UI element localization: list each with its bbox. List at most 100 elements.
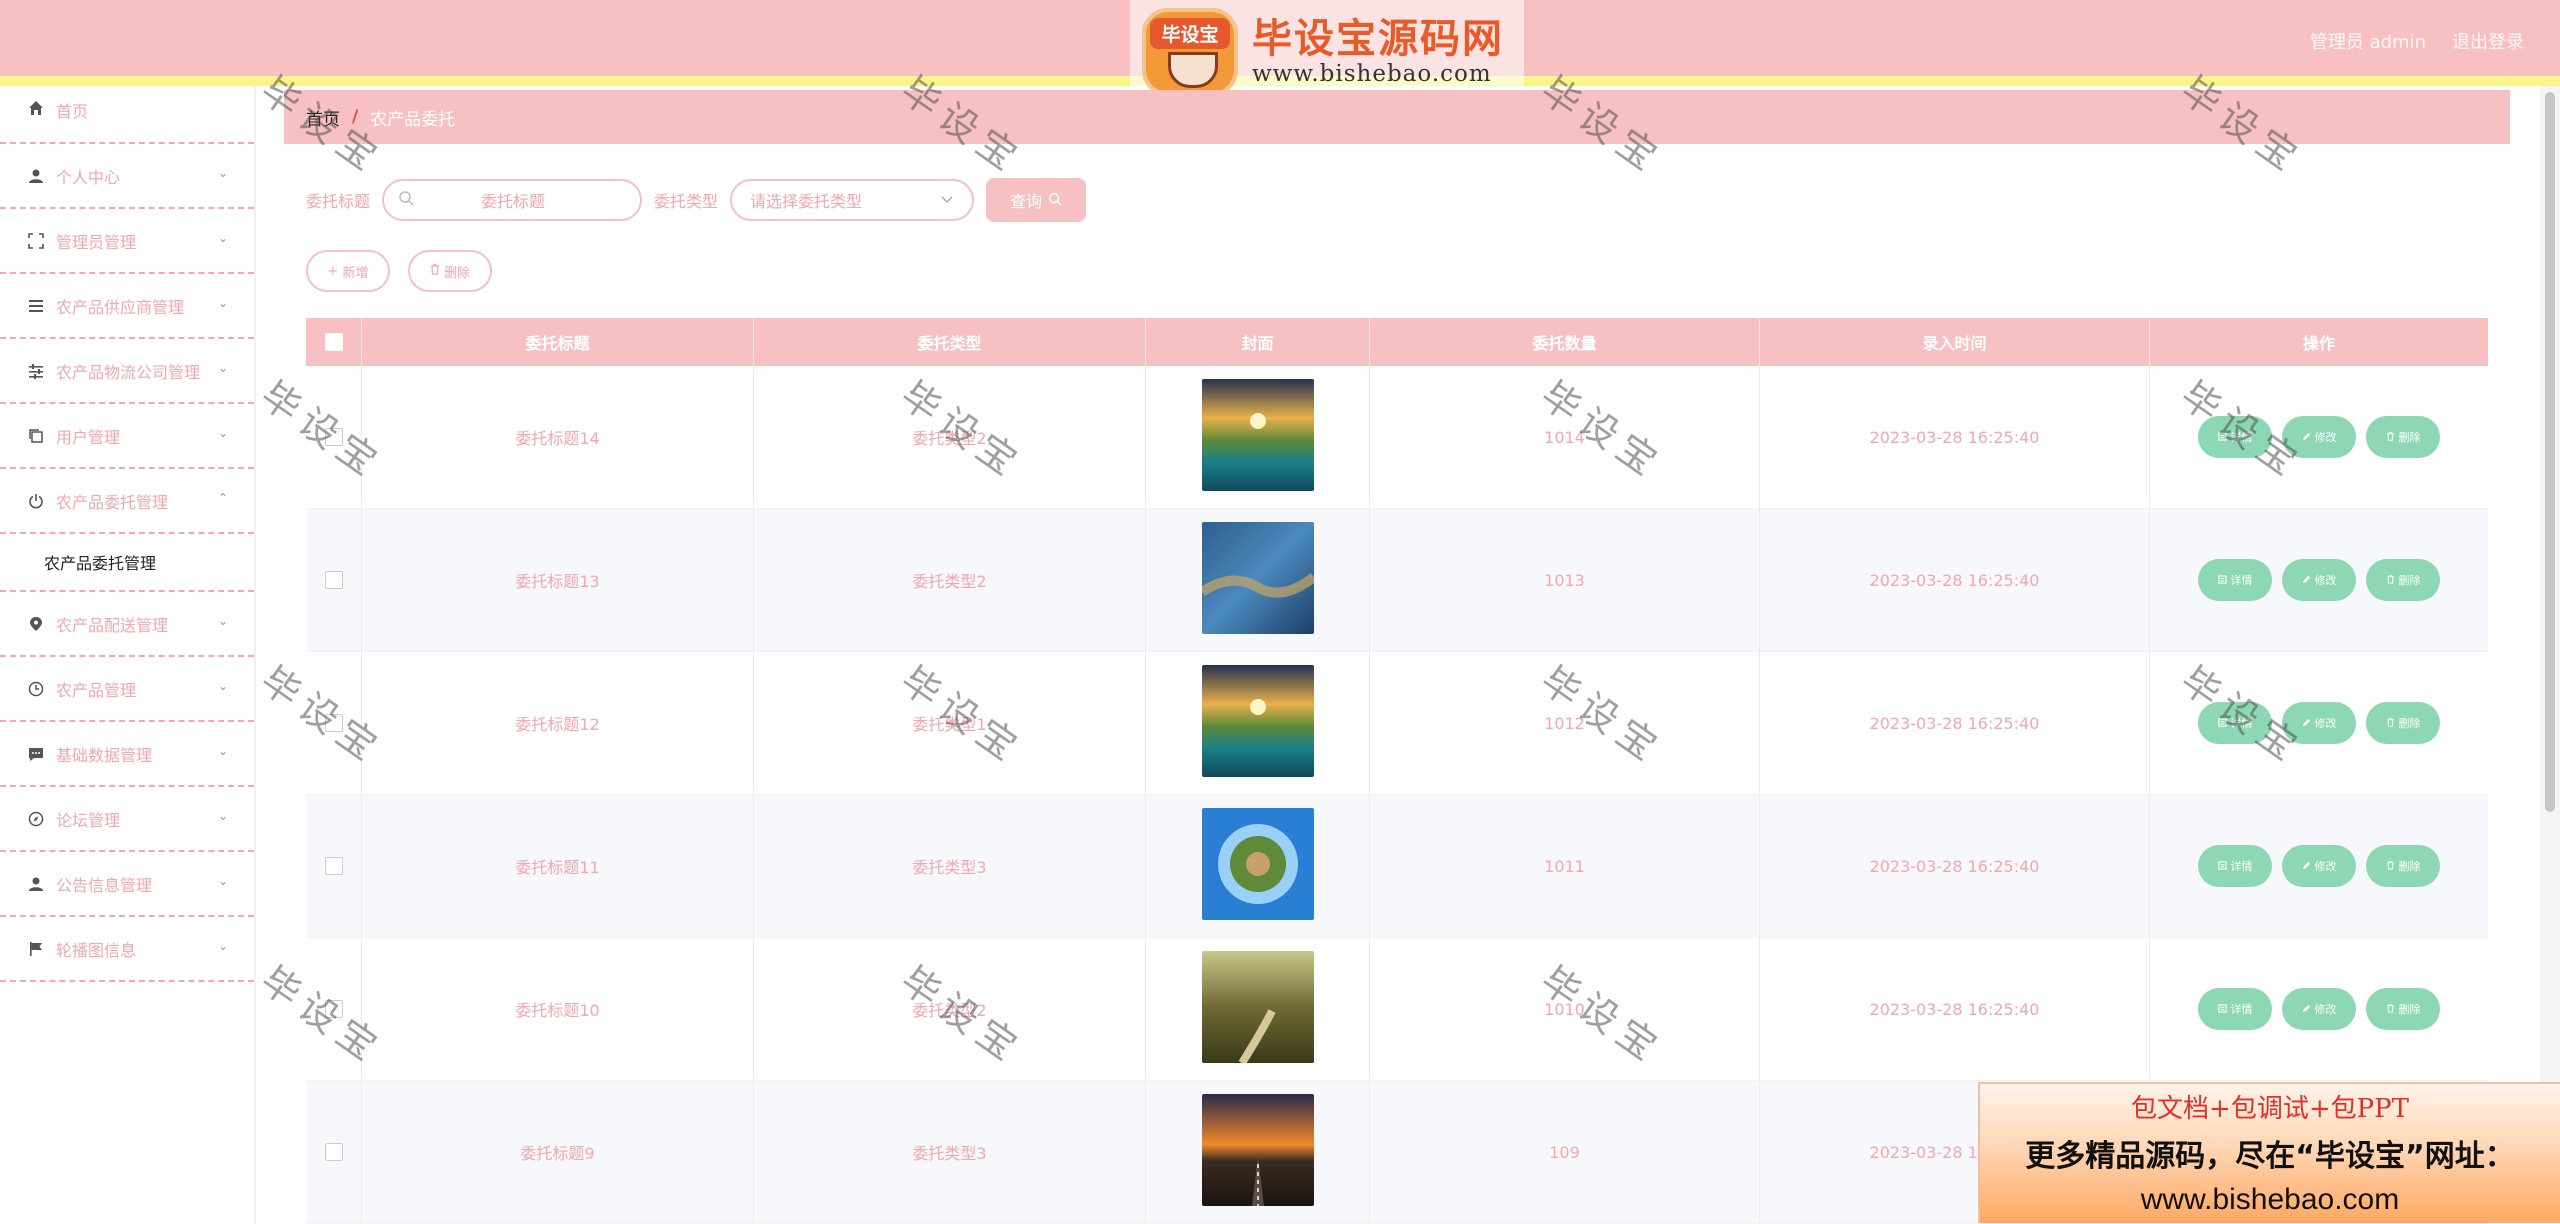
chevron-down-icon: ⌄ <box>217 231 228 245</box>
home-icon <box>26 98 46 118</box>
row-checkbox-cell[interactable] <box>306 366 362 508</box>
user-info: 管理员 admin 退出登录 <box>2310 28 2524 54</box>
row-checkbox-cell[interactable] <box>306 509 362 651</box>
sidebar-item-label: 轮播图信息 <box>56 940 137 960</box>
cover-image[interactable] <box>1198 522 1317 638</box>
detail-button[interactable]: 详情 <box>2198 702 2272 744</box>
detail-button[interactable]: 详情 <box>2198 988 2272 1030</box>
breadcrumb-home[interactable]: 首页 <box>306 105 340 130</box>
row-checkbox[interactable] <box>324 857 343 875</box>
sidebar-item-basedata[interactable]: 基础数据管理 ⌄ <box>0 722 254 787</box>
logo-text: 毕设宝源码网 www.bishebao.com <box>1252 17 1504 87</box>
select-all-cell[interactable] <box>306 318 362 366</box>
header-cover: 封面 <box>1146 318 1370 366</box>
sidebar-item-admin[interactable]: 管理员管理 ⌄ <box>0 209 254 274</box>
logo-url: www.bishebao.com <box>1252 61 1492 87</box>
detail-button[interactable]: 详情 <box>2198 845 2272 887</box>
type-select[interactable]: 请选择委托类型 <box>730 179 975 221</box>
cell-time: 2023-03-28 16:25:40 <box>1760 795 2150 937</box>
sidebar-item-home[interactable]: 首页 <box>0 86 254 144</box>
sidebar-item-carousel[interactable]: 轮播图信息 ⌄ <box>0 917 254 982</box>
delete-button[interactable]: 删除 <box>2366 416 2440 458</box>
sidebar-item-product[interactable]: 农产品管理 ⌄ <box>0 657 254 722</box>
search-icon <box>1048 191 1062 210</box>
detail-button[interactable]: 详情 <box>2198 416 2272 458</box>
query-button[interactable]: 查询 <box>986 178 1087 222</box>
user-icon <box>26 874 46 894</box>
cell-type: 委托类型2 <box>754 509 1146 651</box>
clock-icon <box>26 679 46 699</box>
cover-image[interactable] <box>1201 1094 1314 1210</box>
delete-button[interactable]: 删除 <box>2366 702 2440 744</box>
page-scrollbar[interactable] <box>2540 86 2560 1223</box>
cell-count: 1010 <box>1370 938 1760 1080</box>
cell-time: 2023-03-28 16:25:40 <box>1760 938 2150 1080</box>
sidebar-item-supplier[interactable]: 农产品供应商管理 ⌄ <box>0 274 254 339</box>
cell-title: 委托标题12 <box>362 652 754 794</box>
delete-button-label: 删除 <box>444 265 471 281</box>
sidebar-item-label: 个人中心 <box>56 167 121 187</box>
sidebar-item-users[interactable]: 用户管理 ⌄ <box>0 404 254 469</box>
sidebar-item-label: 农产品物流公司管理 <box>56 362 201 382</box>
sidebar-item-forum[interactable]: 论坛管理 ⌄ <box>0 787 254 852</box>
cell-ops: 详情 修改 删除 <box>2150 938 2488 1080</box>
detail-button-label: 详情 <box>2230 717 2253 730</box>
cover-image[interactable] <box>1201 379 1314 495</box>
edit-button[interactable]: 修改 <box>2282 416 2356 458</box>
pencil-icon <box>2302 860 2311 873</box>
row-checkbox[interactable] <box>324 571 343 589</box>
delete-button[interactable]: 删除 <box>2366 988 2440 1030</box>
delete-button[interactable]: 删除 <box>408 250 492 292</box>
sidebar-item-delivery[interactable]: 农产品配送管理 ⌄ <box>0 592 254 657</box>
row-actions: 详情 修改 删除 <box>2198 559 2440 601</box>
toolbar: + 新增 删除 <box>306 250 492 292</box>
row-checkbox-cell[interactable] <box>306 1081 362 1223</box>
chevron-down-icon: ⌄ <box>217 614 228 628</box>
row-checkbox-cell[interactable] <box>306 938 362 1080</box>
logo-badge-text: 毕设宝 <box>1150 18 1230 49</box>
cell-title: 委托标题14 <box>362 366 754 508</box>
row-checkbox-cell[interactable] <box>306 795 362 937</box>
row-checkbox[interactable] <box>324 1143 343 1161</box>
sidebar-item-notice[interactable]: 公告信息管理 ⌄ <box>0 852 254 917</box>
edit-button[interactable]: 修改 <box>2282 702 2356 744</box>
title-search-placeholder: 委托标题 <box>481 192 546 211</box>
header-type: 委托类型 <box>754 318 1146 366</box>
detail-button-label: 详情 <box>2230 574 2253 587</box>
cover-image[interactable] <box>1201 665 1314 781</box>
logo-badge-icon: 毕设宝 <box>1142 8 1238 96</box>
scrollbar-thumb[interactable] <box>2545 92 2555 812</box>
title-search-input[interactable]: 委托标题 <box>382 179 643 221</box>
submenu-item-commission-manage[interactable]: 农产品委托管理 <box>0 534 254 592</box>
logout-link[interactable]: 退出登录 <box>2452 28 2524 54</box>
row-checkbox[interactable] <box>324 428 343 446</box>
detail-button[interactable]: 详情 <box>2198 559 2272 601</box>
edit-button[interactable]: 修改 <box>2282 988 2356 1030</box>
row-checkbox[interactable] <box>324 1000 343 1018</box>
plus-icon: + <box>327 263 343 279</box>
row-checkbox[interactable] <box>324 714 343 732</box>
sidebar-item-personal[interactable]: 个人中心 ⌄ <box>0 144 254 209</box>
delete-button[interactable]: 删除 <box>2366 559 2440 601</box>
edit-button[interactable]: 修改 <box>2282 845 2356 887</box>
delete-button[interactable]: 删除 <box>2366 845 2440 887</box>
sidebar-item-commission[interactable]: 农产品委托管理 ⌃ <box>0 469 254 534</box>
delete-button-label: 删除 <box>2398 574 2421 587</box>
cover-image[interactable] <box>1201 808 1314 924</box>
chevron-down-icon: ⌄ <box>217 361 228 375</box>
sidebar-item-logistics[interactable]: 农产品物流公司管理 ⌄ <box>0 339 254 404</box>
cell-cover <box>1146 1081 1370 1223</box>
promo-banner: 包文档+包调试+包PPT 更多精品源码，尽在“毕设宝”网址： www.bishe… <box>1978 1082 2560 1223</box>
logo-title: 毕设宝源码网 <box>1252 16 1504 62</box>
sidebar-item-label: 农产品配送管理 <box>56 615 169 635</box>
edit-button[interactable]: 修改 <box>2282 559 2356 601</box>
site-logo: 毕设宝 毕设宝源码网 www.bishebao.com <box>1130 0 1524 104</box>
cell-ops: 详情 修改 删除 <box>2150 366 2488 508</box>
add-button[interactable]: + 新增 <box>306 250 390 292</box>
logo-face-icon <box>1168 52 1218 88</box>
edit-button-label: 修改 <box>2314 860 2337 873</box>
cover-image[interactable] <box>1201 951 1314 1067</box>
title-search-label: 委托标题 <box>306 192 371 211</box>
select-all-checkbox[interactable] <box>324 333 343 351</box>
row-checkbox-cell[interactable] <box>306 652 362 794</box>
